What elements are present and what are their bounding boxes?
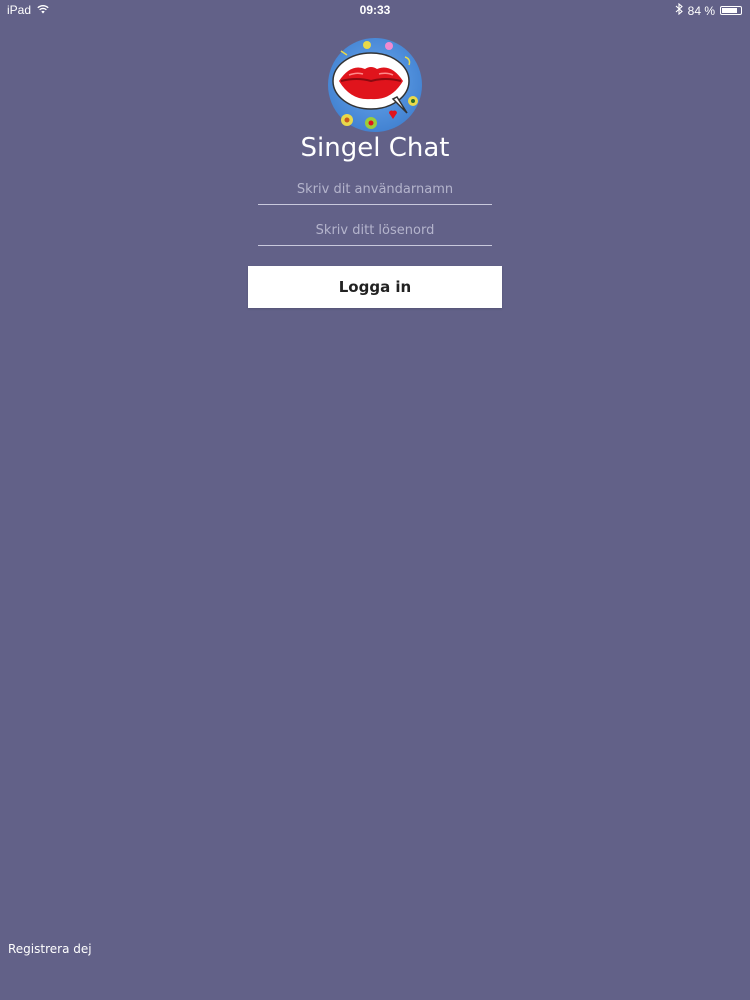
battery-percentage: 84 % bbox=[687, 3, 715, 18]
battery-icon bbox=[720, 6, 742, 15]
status-time: 09:33 bbox=[359, 3, 391, 17]
login-screen: iPad 09:33 84 % Singel Chat Skriv dit an… bbox=[0, 0, 750, 1000]
status-bar: iPad 09:33 84 % bbox=[0, 0, 750, 20]
status-right: 84 % bbox=[675, 2, 742, 18]
bluetooth-icon bbox=[675, 2, 683, 18]
battery-level bbox=[722, 8, 738, 13]
app-title: Singel Chat bbox=[300, 133, 450, 163]
password-input[interactable] bbox=[258, 216, 492, 246]
app-logo bbox=[327, 37, 423, 133]
register-link[interactable]: Registrera dej bbox=[8, 942, 92, 956]
login-button[interactable]: Logga in bbox=[248, 266, 502, 308]
username-input[interactable] bbox=[258, 175, 492, 205]
